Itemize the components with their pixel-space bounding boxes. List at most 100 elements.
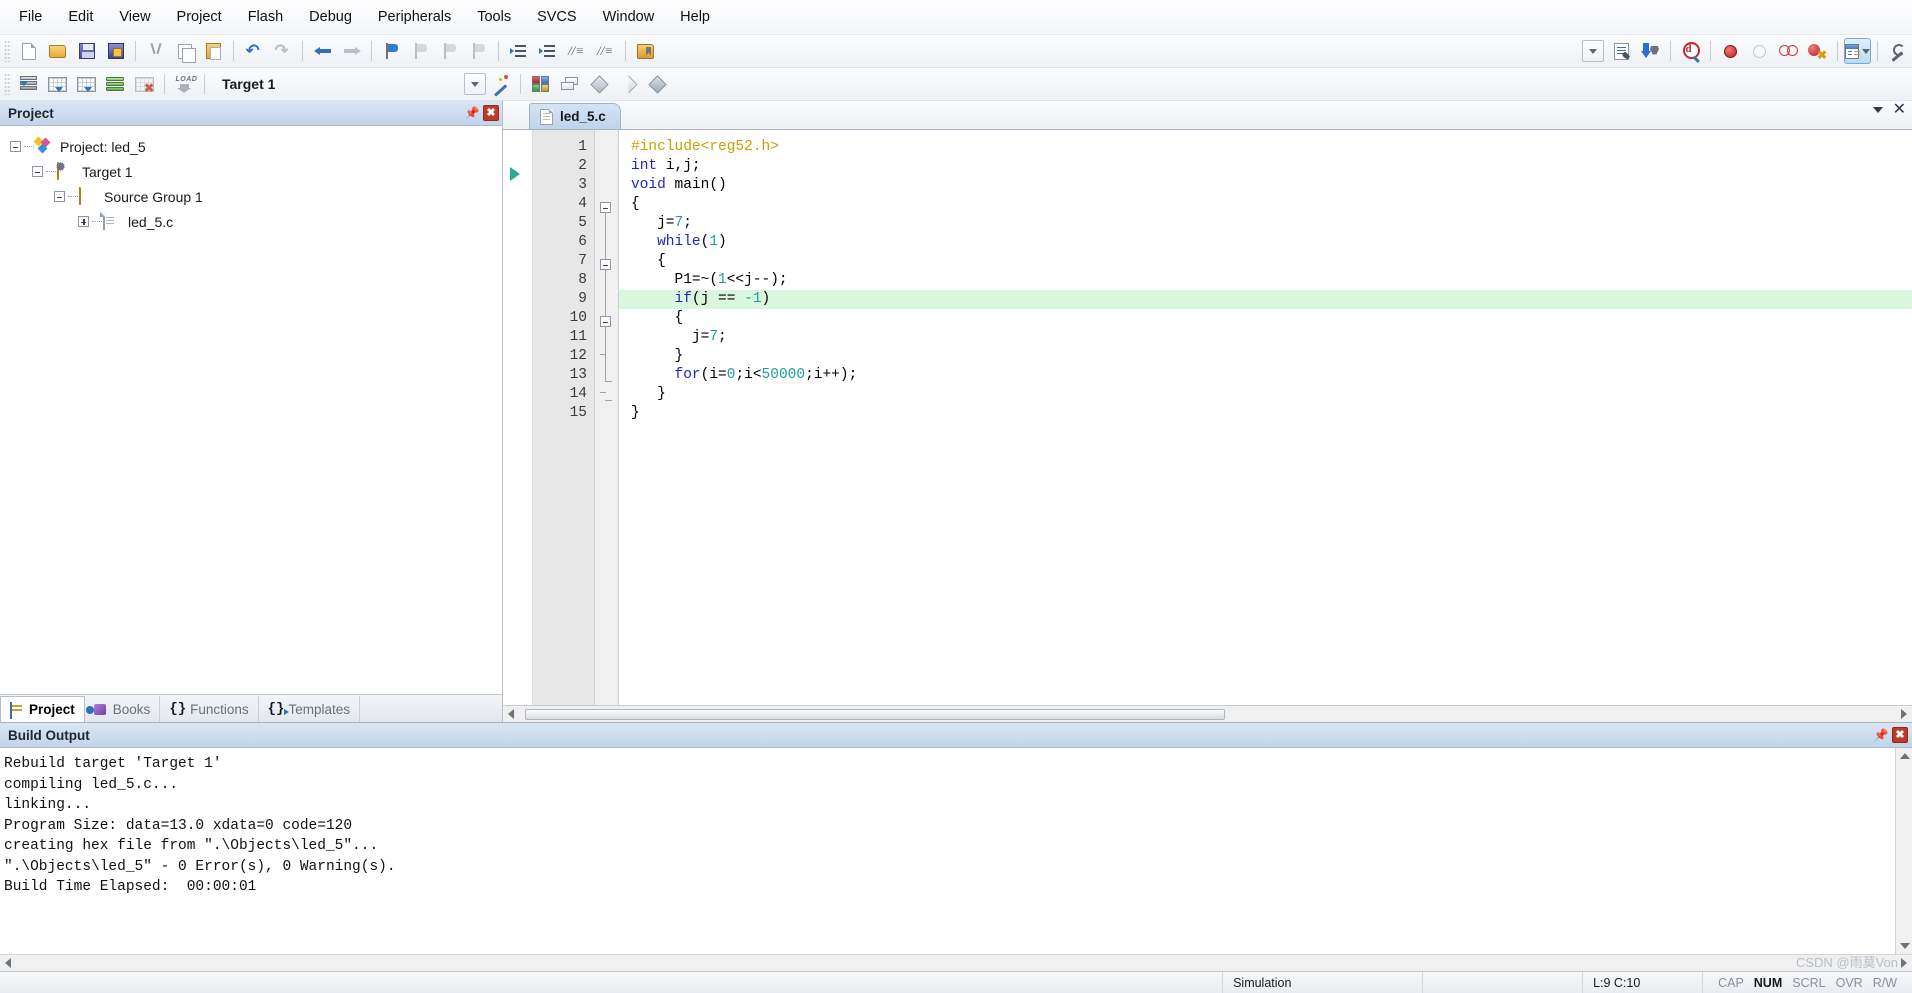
code-line[interactable]: while(1) bbox=[619, 233, 1912, 252]
manage-components-button[interactable] bbox=[527, 71, 554, 97]
scroll-left-arrow-icon[interactable] bbox=[5, 958, 11, 968]
expander-minus-icon[interactable] bbox=[54, 191, 65, 202]
build-output-vertical-scrollbar[interactable] bbox=[1895, 748, 1912, 954]
kill-breakpoints-button[interactable]: ✖ bbox=[1804, 38, 1831, 64]
tree-item-project[interactable]: Project: led_5 bbox=[0, 134, 502, 159]
build-output-text[interactable]: Rebuild target 'Target 1' compiling led_… bbox=[0, 748, 1895, 954]
fold-box-icon[interactable] bbox=[600, 202, 611, 213]
target-selector-dropdown-button[interactable] bbox=[464, 73, 486, 95]
bookmark-next-button[interactable] bbox=[436, 38, 463, 64]
download-flash-button[interactable]: LOAD bbox=[171, 71, 198, 97]
code-line[interactable]: for(i=0;i<50000;i++); bbox=[619, 366, 1912, 385]
code-line[interactable]: j=7; bbox=[619, 328, 1912, 347]
toolbar-grip[interactable] bbox=[4, 40, 11, 62]
bookmark-prev-button[interactable] bbox=[407, 38, 434, 64]
code-folding-gutter[interactable] bbox=[595, 130, 619, 705]
tab-functions[interactable]: {} Functions bbox=[160, 696, 259, 722]
menu-item-debug[interactable]: Debug bbox=[296, 5, 365, 29]
indent-left-button[interactable] bbox=[534, 38, 561, 64]
tab-books[interactable]: Books bbox=[85, 696, 161, 722]
open-folder-button[interactable] bbox=[632, 38, 659, 64]
close-icon[interactable]: ✖ bbox=[483, 105, 499, 121]
scroll-down-arrow-icon[interactable] bbox=[1900, 943, 1910, 949]
scroll-up-arrow-icon[interactable] bbox=[1900, 753, 1910, 759]
open-file-button[interactable] bbox=[44, 38, 71, 64]
translate-file-button[interactable] bbox=[15, 71, 42, 97]
new-file-button[interactable] bbox=[15, 38, 42, 64]
scroll-right-arrow-icon[interactable] bbox=[1901, 709, 1907, 719]
code-line[interactable]: P1=~(1<<j--); bbox=[619, 271, 1912, 290]
save-button[interactable] bbox=[73, 38, 100, 64]
target-options-button[interactable] bbox=[487, 71, 514, 97]
uncomment-lines-button[interactable]: //≡ bbox=[592, 38, 619, 64]
combo-dropdown-button[interactable] bbox=[1579, 38, 1606, 64]
rebuild-all-button[interactable] bbox=[73, 71, 100, 97]
expander-plus-icon[interactable] bbox=[78, 216, 89, 227]
build-target-button[interactable] bbox=[44, 71, 71, 97]
fold-box-icon[interactable] bbox=[600, 259, 611, 270]
menu-item-svcs[interactable]: SVCS bbox=[524, 5, 590, 29]
menu-item-edit[interactable]: Edit bbox=[55, 5, 106, 29]
comment-lines-button[interactable]: //≡ bbox=[563, 38, 590, 64]
pin-icon[interactable]: 📌 bbox=[463, 104, 481, 122]
filter-button[interactable] bbox=[614, 71, 641, 97]
menu-item-file[interactable]: File bbox=[6, 5, 55, 29]
tree-item-target[interactable]: Target 1 bbox=[0, 159, 502, 184]
download-button[interactable] bbox=[1637, 38, 1664, 64]
multi-project-button[interactable] bbox=[556, 71, 583, 97]
redo-button[interactable]: ↷ bbox=[269, 38, 296, 64]
indent-right-button[interactable] bbox=[505, 38, 532, 64]
menu-item-view[interactable]: View bbox=[106, 5, 163, 29]
bookmark-clear-button[interactable] bbox=[465, 38, 492, 64]
configure-debug-button[interactable] bbox=[1608, 38, 1635, 64]
disable-breakpoint-button[interactable] bbox=[1775, 38, 1802, 64]
batch-build-button[interactable] bbox=[102, 71, 129, 97]
menu-item-project[interactable]: Project bbox=[164, 5, 235, 29]
code-line[interactable]: void main() bbox=[619, 176, 1912, 195]
undo-button[interactable]: ↶ bbox=[240, 38, 267, 64]
tree-item-source-group[interactable]: Source Group 1 bbox=[0, 184, 502, 209]
pack-installer-button[interactable] bbox=[585, 71, 612, 97]
code-line[interactable]: } bbox=[619, 404, 1912, 423]
editor-content[interactable]: 1 2 3 4 5 6 7 8 9 10 11 12 13 14 15 #include<reg52.h> i… bbox=[503, 130, 1912, 705]
code-line[interactable]: #include<reg52.h> bbox=[619, 138, 1912, 157]
find-in-files-button[interactable]: d bbox=[1677, 38, 1704, 64]
code-line[interactable]: { bbox=[619, 195, 1912, 214]
expander-minus-icon[interactable] bbox=[32, 166, 43, 177]
navigate-forward-button[interactable] bbox=[338, 38, 365, 64]
paste-button[interactable] bbox=[200, 38, 227, 64]
editor-tab-led5c[interactable]: led_5.c bbox=[529, 103, 621, 129]
code-line[interactable]: if(j == -1) bbox=[619, 290, 1912, 309]
code-line[interactable]: int i,j; bbox=[619, 157, 1912, 176]
menu-item-help[interactable]: Help bbox=[667, 5, 723, 29]
code-line[interactable]: j=7; bbox=[619, 214, 1912, 233]
pin-icon[interactable]: 📌 bbox=[1872, 726, 1890, 744]
window-panels-button[interactable] bbox=[1844, 38, 1871, 64]
chevron-down-icon[interactable] bbox=[1872, 107, 1883, 113]
toolbar-grip[interactable] bbox=[4, 73, 11, 95]
editor-horizontal-scrollbar[interactable] bbox=[503, 705, 1912, 722]
save-all-button[interactable] bbox=[102, 38, 129, 64]
close-icon[interactable]: ✕ bbox=[1893, 102, 1906, 118]
fold-box-icon[interactable] bbox=[600, 316, 611, 327]
code-line[interactable]: } bbox=[619, 385, 1912, 404]
insert-breakpoint-button[interactable] bbox=[1717, 38, 1744, 64]
tab-templates[interactable]: {} Templates bbox=[259, 696, 360, 722]
navigate-back-button[interactable] bbox=[309, 38, 336, 64]
copy-button[interactable] bbox=[171, 38, 198, 64]
code-text-area[interactable]: #include<reg52.h> int i,j; void main(){ j=… bbox=[619, 130, 1912, 705]
expander-minus-icon[interactable] bbox=[10, 141, 21, 152]
close-icon[interactable]: ✖ bbox=[1892, 727, 1908, 743]
code-line[interactable]: } bbox=[619, 347, 1912, 366]
stop-build-button[interactable]: ✖ bbox=[131, 71, 158, 97]
manage-run-env-button[interactable] bbox=[643, 71, 670, 97]
menu-item-flash[interactable]: Flash bbox=[235, 5, 296, 29]
menu-item-window[interactable]: Window bbox=[590, 5, 668, 29]
tree-item-source-file[interactable]: led_5.c bbox=[0, 209, 502, 234]
scroll-right-arrow-icon[interactable] bbox=[1901, 958, 1907, 968]
code-line[interactable]: { bbox=[619, 309, 1912, 328]
menu-item-peripherals[interactable]: Peripherals bbox=[365, 5, 464, 29]
configure-target-button[interactable] bbox=[1884, 38, 1911, 64]
tab-project[interactable]: Project bbox=[0, 696, 85, 723]
menu-item-tools[interactable]: Tools bbox=[464, 5, 524, 29]
